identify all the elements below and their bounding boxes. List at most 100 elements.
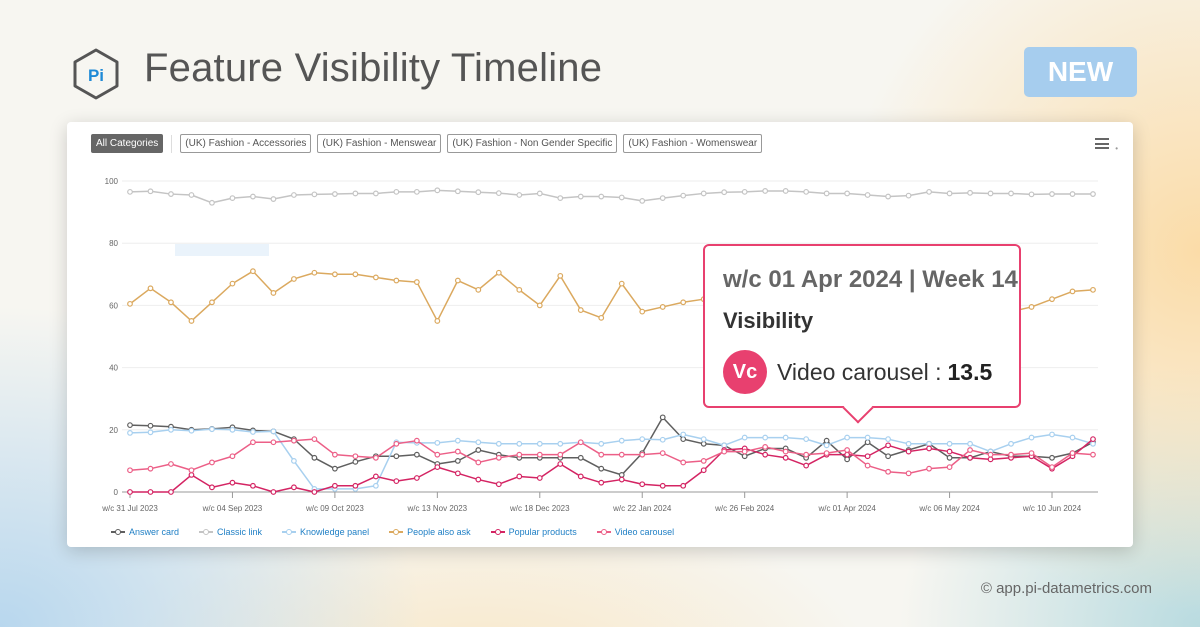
x-tick-label: w/c 10 Jun 2024: [1022, 504, 1082, 513]
legend-label: Knowledge panel: [300, 527, 370, 537]
data-point: [1090, 451, 1096, 458]
data-point: [557, 451, 564, 458]
data-point: [639, 436, 646, 443]
data-point: [557, 195, 564, 202]
data-point: [741, 188, 748, 195]
data-point: [905, 448, 912, 455]
tooltip-series-label: Video carousel :: [777, 358, 942, 385]
legend-item[interactable]: Video carousel: [596, 527, 675, 537]
data-point: [475, 439, 482, 446]
data-point: [659, 436, 666, 443]
data-point: [127, 188, 133, 195]
data-point: [864, 453, 871, 460]
data-point: [1090, 191, 1096, 197]
data-point: [782, 454, 789, 461]
tooltip-metric: Visibility: [723, 308, 814, 333]
data-point: [926, 445, 932, 452]
data-point: [536, 451, 543, 458]
data-point: [967, 454, 973, 461]
x-tick-label: w/c 06 May 2024: [918, 504, 980, 513]
data-point: [516, 451, 523, 458]
y-tick-label: 0: [114, 488, 119, 497]
data-point: [639, 198, 646, 204]
data-point: [885, 193, 892, 200]
data-point: [372, 190, 379, 197]
data-point: [372, 274, 379, 281]
data-point: [413, 279, 420, 285]
legend-label: Video carousel: [614, 527, 675, 537]
legend-item[interactable]: Classic link: [199, 527, 262, 537]
data-point: [209, 299, 215, 306]
tooltip-row: Vc Video carousel : 13.5: [723, 350, 992, 394]
data-point: [270, 428, 277, 435]
data-point: [700, 190, 707, 197]
data-point: [680, 459, 687, 466]
data-point: [209, 199, 215, 206]
data-point: [598, 479, 605, 486]
x-tick-label: w/c 13 Nov 2023: [407, 504, 468, 513]
video-carousel-badge-icon: Vc: [723, 350, 767, 394]
data-point: [352, 271, 359, 278]
data-point: [1008, 440, 1014, 447]
data-point: [803, 436, 810, 443]
data-point: [598, 193, 605, 200]
data-point: [618, 437, 625, 444]
data-point: [680, 299, 687, 306]
data-point: [598, 314, 605, 321]
data-point: [147, 465, 154, 472]
data-point: [454, 277, 461, 284]
x-tick-label: w/c 09 Oct 2023: [305, 504, 364, 513]
data-point: [413, 451, 420, 458]
data-point: [598, 451, 605, 458]
data-point: [885, 468, 892, 475]
data-point: [250, 193, 256, 200]
data-point: [557, 440, 564, 447]
legend-item[interactable]: Popular products: [490, 527, 577, 537]
data-point: [209, 459, 215, 466]
data-point: [291, 458, 297, 464]
data-point: [946, 190, 953, 197]
data-point: [331, 482, 338, 489]
new-badge: NEW: [1024, 47, 1137, 97]
data-point: [659, 450, 666, 457]
data-point: [475, 286, 482, 293]
data-point: [209, 426, 215, 433]
data-point: [188, 427, 195, 434]
data-point: [147, 422, 154, 429]
data-point: [557, 461, 564, 467]
data-point: [905, 440, 912, 447]
data-point: [618, 194, 625, 201]
legend-marker-icon: [389, 529, 404, 535]
data-point: [291, 192, 297, 198]
data-point: [168, 299, 174, 306]
data-point: [618, 476, 625, 483]
data-point: [823, 450, 830, 457]
data-point: [536, 440, 543, 447]
data-point: [864, 434, 871, 441]
data-point: [372, 454, 379, 461]
data-point: [946, 440, 953, 447]
data-point: [1028, 304, 1035, 310]
data-point: [639, 481, 646, 488]
data-point: [1049, 296, 1055, 303]
legend-item[interactable]: Answer card: [111, 527, 179, 537]
tooltip-heading: w/c 01 Apr 2024 | Week 14: [723, 266, 1018, 293]
data-point: [127, 430, 133, 436]
chart-tooltip: w/c 01 Apr 2024 | Week 14 Visibility Vc …: [703, 244, 1021, 424]
data-point: [495, 454, 502, 461]
data-point: [598, 440, 605, 447]
data-point: [700, 458, 707, 464]
data-point: [495, 190, 502, 197]
legend-item[interactable]: Knowledge panel: [282, 527, 369, 537]
data-point: [905, 470, 912, 477]
data-point: [291, 484, 297, 491]
data-point: [1090, 286, 1096, 293]
y-tick-label: 80: [109, 239, 118, 248]
data-point: [188, 471, 195, 478]
legend-item[interactable]: People also ask: [389, 527, 471, 537]
y-tick-label: 60: [109, 301, 118, 310]
data-point: [680, 436, 687, 443]
data-point: [741, 448, 748, 455]
legend-label: Answer card: [129, 527, 180, 537]
data-point: [762, 434, 769, 441]
